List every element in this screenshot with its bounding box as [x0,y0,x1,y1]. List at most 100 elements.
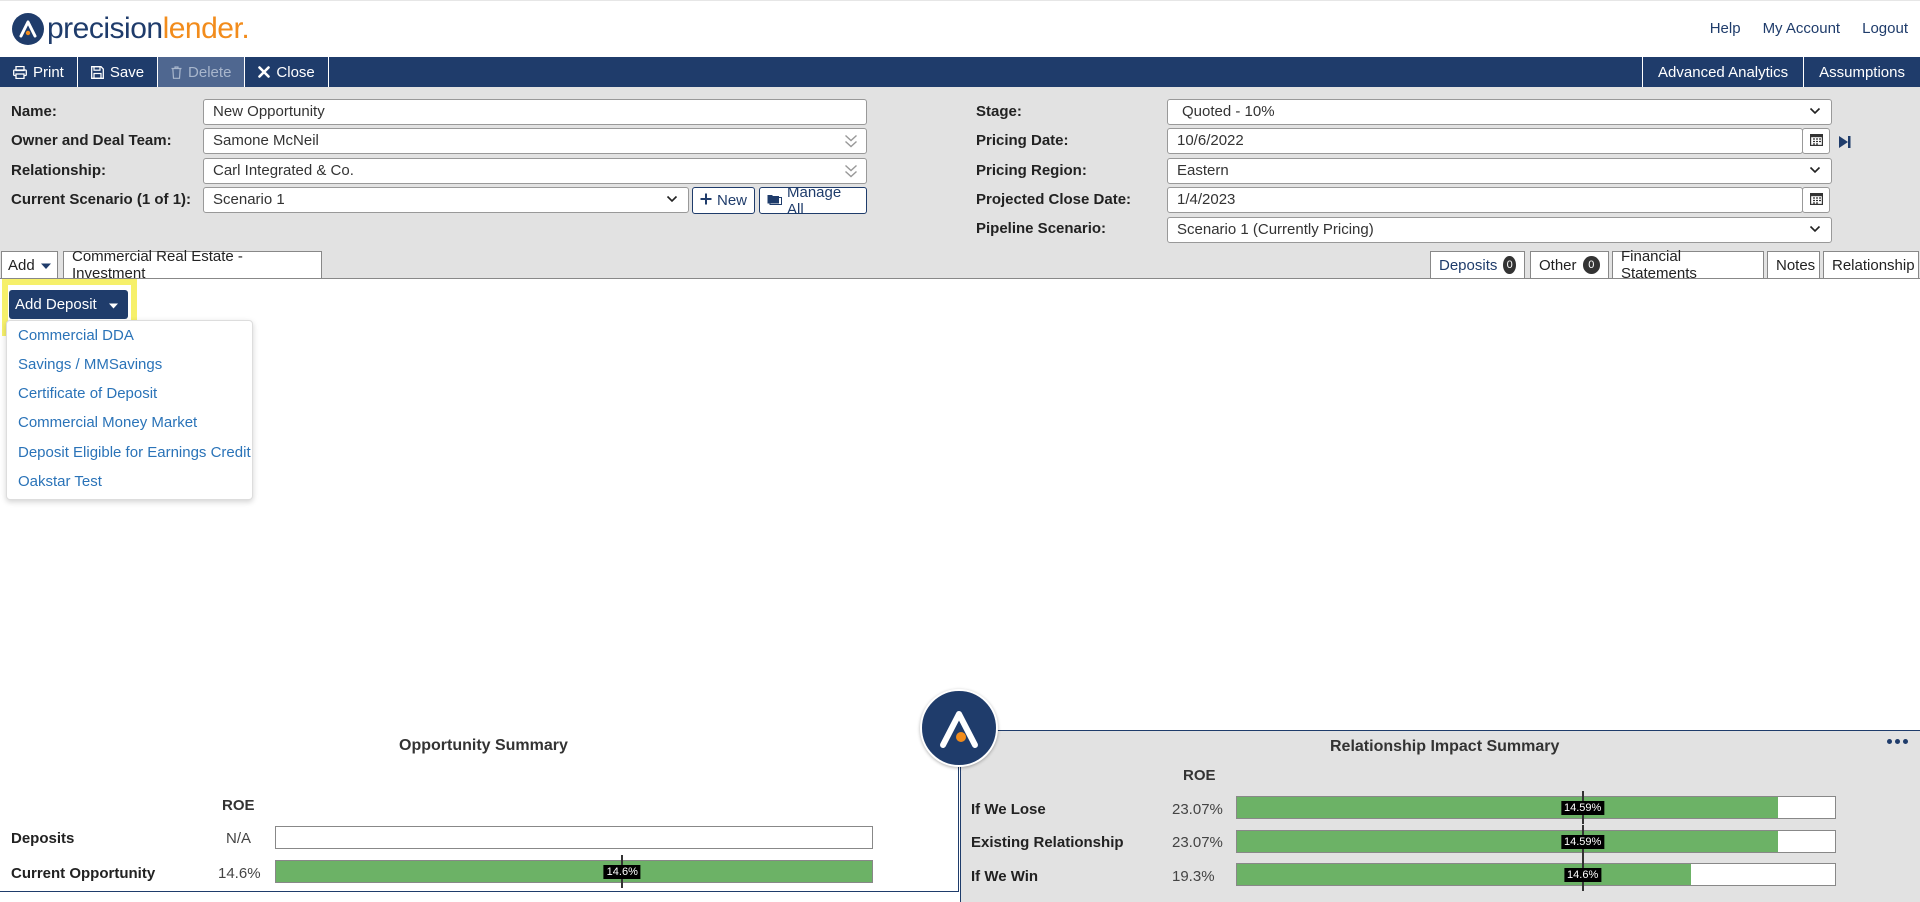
opportunity-summary-panel: Opportunity Summary ROE Deposits N/A Cur… [0,730,959,892]
menu-item-earnings-credit[interactable]: Deposit Eligible for Earnings Credit [18,444,251,461]
delete-button[interactable]: Delete [158,57,246,87]
print-button[interactable]: Print [0,57,78,87]
help-link[interactable]: Help [1710,20,1741,37]
existing-relationship-roe-value: 23.07% [1172,834,1223,851]
menu-item-certificate-of-deposit[interactable]: Certificate of Deposit [18,385,157,402]
relationship-label: Relationship: [11,162,107,179]
menu-item-oakstar-test[interactable]: Oakstar Test [18,473,102,490]
owner-label: Owner and Deal Team: [11,132,172,149]
if-we-lose-roe-value: 23.07% [1172,801,1223,818]
pipeline-select[interactable]: Scenario 1 (Currently Pricing) [1167,217,1832,243]
tab-notes[interactable]: Notes [1767,251,1820,278]
assistant-launcher-button[interactable] [920,689,998,767]
tab-deposits[interactable]: Deposits 0 [1430,251,1525,278]
deposits-roe-value: N/A [226,830,252,847]
pricing-date-input[interactable]: 10/6/2022 [1167,128,1803,154]
add-tab-label: Add [8,256,35,274]
floppy-disk-icon [90,65,104,79]
deposits-row-label: Deposits [11,830,75,847]
top-links: Help My Account Logout [1710,20,1908,37]
roe-bar-fill [276,861,872,882]
roe-marker-tag: 14.59% [1560,835,1605,849]
stage-select[interactable]: Quoted - 10% [1167,99,1832,125]
if-we-win-roe-value: 19.3% [1172,868,1215,885]
roe-marker-tag: 14.6% [603,865,641,879]
double-chevron-down-icon [844,133,858,153]
brand-name-part1: precision [47,12,163,45]
relationship-value: Carl Integrated & Co. [213,162,354,179]
add-deposit-label: Add Deposit [15,296,97,313]
name-value: New Opportunity [213,103,325,120]
existing-relationship-roe-bar: 14.59% [1236,825,1836,858]
tab-other[interactable]: Other 0 [1530,251,1609,278]
advanced-analytics-button[interactable]: Advanced Analytics [1642,57,1803,87]
chevron-down-icon [1809,222,1821,240]
scenario-label: Current Scenario (1 of 1): [11,191,192,208]
tab-notes-label: Notes [1776,256,1816,274]
brand-name-part2: lender [162,12,242,45]
tab-financial-statements[interactable]: Financial Statements [1612,248,1764,282]
tab-cre-label: Commercial Real Estate - Investment [72,248,243,282]
roe-marker-tag: 14.59% [1560,801,1605,815]
caret-down-icon [40,257,51,274]
folders-icon [767,192,782,209]
pipeline-value: Scenario 1 (Currently Pricing) [1177,221,1374,238]
pricing-region-value: Eastern [1177,162,1229,179]
scenario-select[interactable]: Scenario 1 [203,187,689,213]
tab-deposits-label: Deposits [1439,256,1498,274]
other-count-badge: 0 [1582,256,1600,274]
if-we-win-label: If We Win [971,868,1039,885]
skip-forward-icon[interactable] [1838,135,1852,153]
my-account-link[interactable]: My Account [1763,20,1841,37]
current-opportunity-row-label: Current Opportunity [11,865,156,882]
manage-all-label: Manage All [787,183,842,218]
if-we-lose-roe-bar: 14.59% [1236,791,1836,824]
close-label: Close [276,63,315,81]
calendar-icon [1809,133,1823,150]
menu-item-savings[interactable]: Savings / MMSavings [18,356,162,373]
logout-link[interactable]: Logout [1862,20,1908,37]
if-we-lose-label: If We Lose [971,801,1046,818]
roe-bar-fill [1237,831,1778,852]
tab-relationship-label: Relationship [1832,256,1915,274]
tab-divider [0,278,1920,279]
close-date-input[interactable]: 1/4/2023 [1167,187,1803,213]
scenario-value: Scenario 1 [213,191,285,208]
name-input[interactable]: New Opportunity [203,99,867,125]
existing-relationship-label: Existing Relationship [971,834,1124,851]
roe-bar-fill [1237,797,1778,818]
double-chevron-down-icon [844,163,858,183]
new-scenario-button[interactable]: New [692,187,755,214]
brand-name-dot: . [241,12,250,45]
brand-logo[interactable]: precisionlender. [12,11,250,47]
relationship-select[interactable]: Carl Integrated & Co. [203,158,867,184]
add-tab-dropdown[interactable]: Add [1,251,58,278]
printer-icon [13,65,27,79]
pricing-date-calendar-button[interactable] [1802,128,1830,154]
chevron-down-icon [1809,163,1821,181]
deposits-roe-bar [275,826,873,849]
opportunity-summary-title: Opportunity Summary [399,737,568,754]
relationship-summary-title: Relationship Impact Summary [1330,738,1560,755]
owner-select[interactable]: Samone McNeil [203,128,867,154]
assumptions-button[interactable]: Assumptions [1803,57,1920,87]
close-x-icon [258,66,271,78]
add-deposit-menu: Commercial DDA Savings / MMSavings Certi… [6,320,253,500]
calendar-icon [1809,192,1823,209]
chevron-down-icon [666,192,678,210]
tab-commercial-real-estate[interactable]: Commercial Real Estate - Investment [63,248,322,282]
tab-relationship[interactable]: Relationship [1823,251,1919,278]
more-options-icon[interactable] [1887,739,1908,744]
manage-all-button[interactable]: Manage All [759,184,867,218]
pricing-region-select[interactable]: Eastern [1167,158,1832,184]
close-date-calendar-button[interactable] [1802,187,1830,213]
menu-item-commercial-dda[interactable]: Commercial DDA [18,327,134,344]
menu-item-commercial-money-market[interactable]: Commercial Money Market [18,414,197,431]
save-button[interactable]: Save [78,57,159,87]
save-label: Save [109,63,145,81]
close-button[interactable]: Close [245,57,329,87]
add-deposit-button[interactable]: Add Deposit [9,290,128,319]
owner-value: Samone McNeil [213,132,319,149]
toolbar-right: Advanced Analytics Assumptions [1642,57,1920,87]
deposits-count-badge: 0 [1503,256,1516,274]
